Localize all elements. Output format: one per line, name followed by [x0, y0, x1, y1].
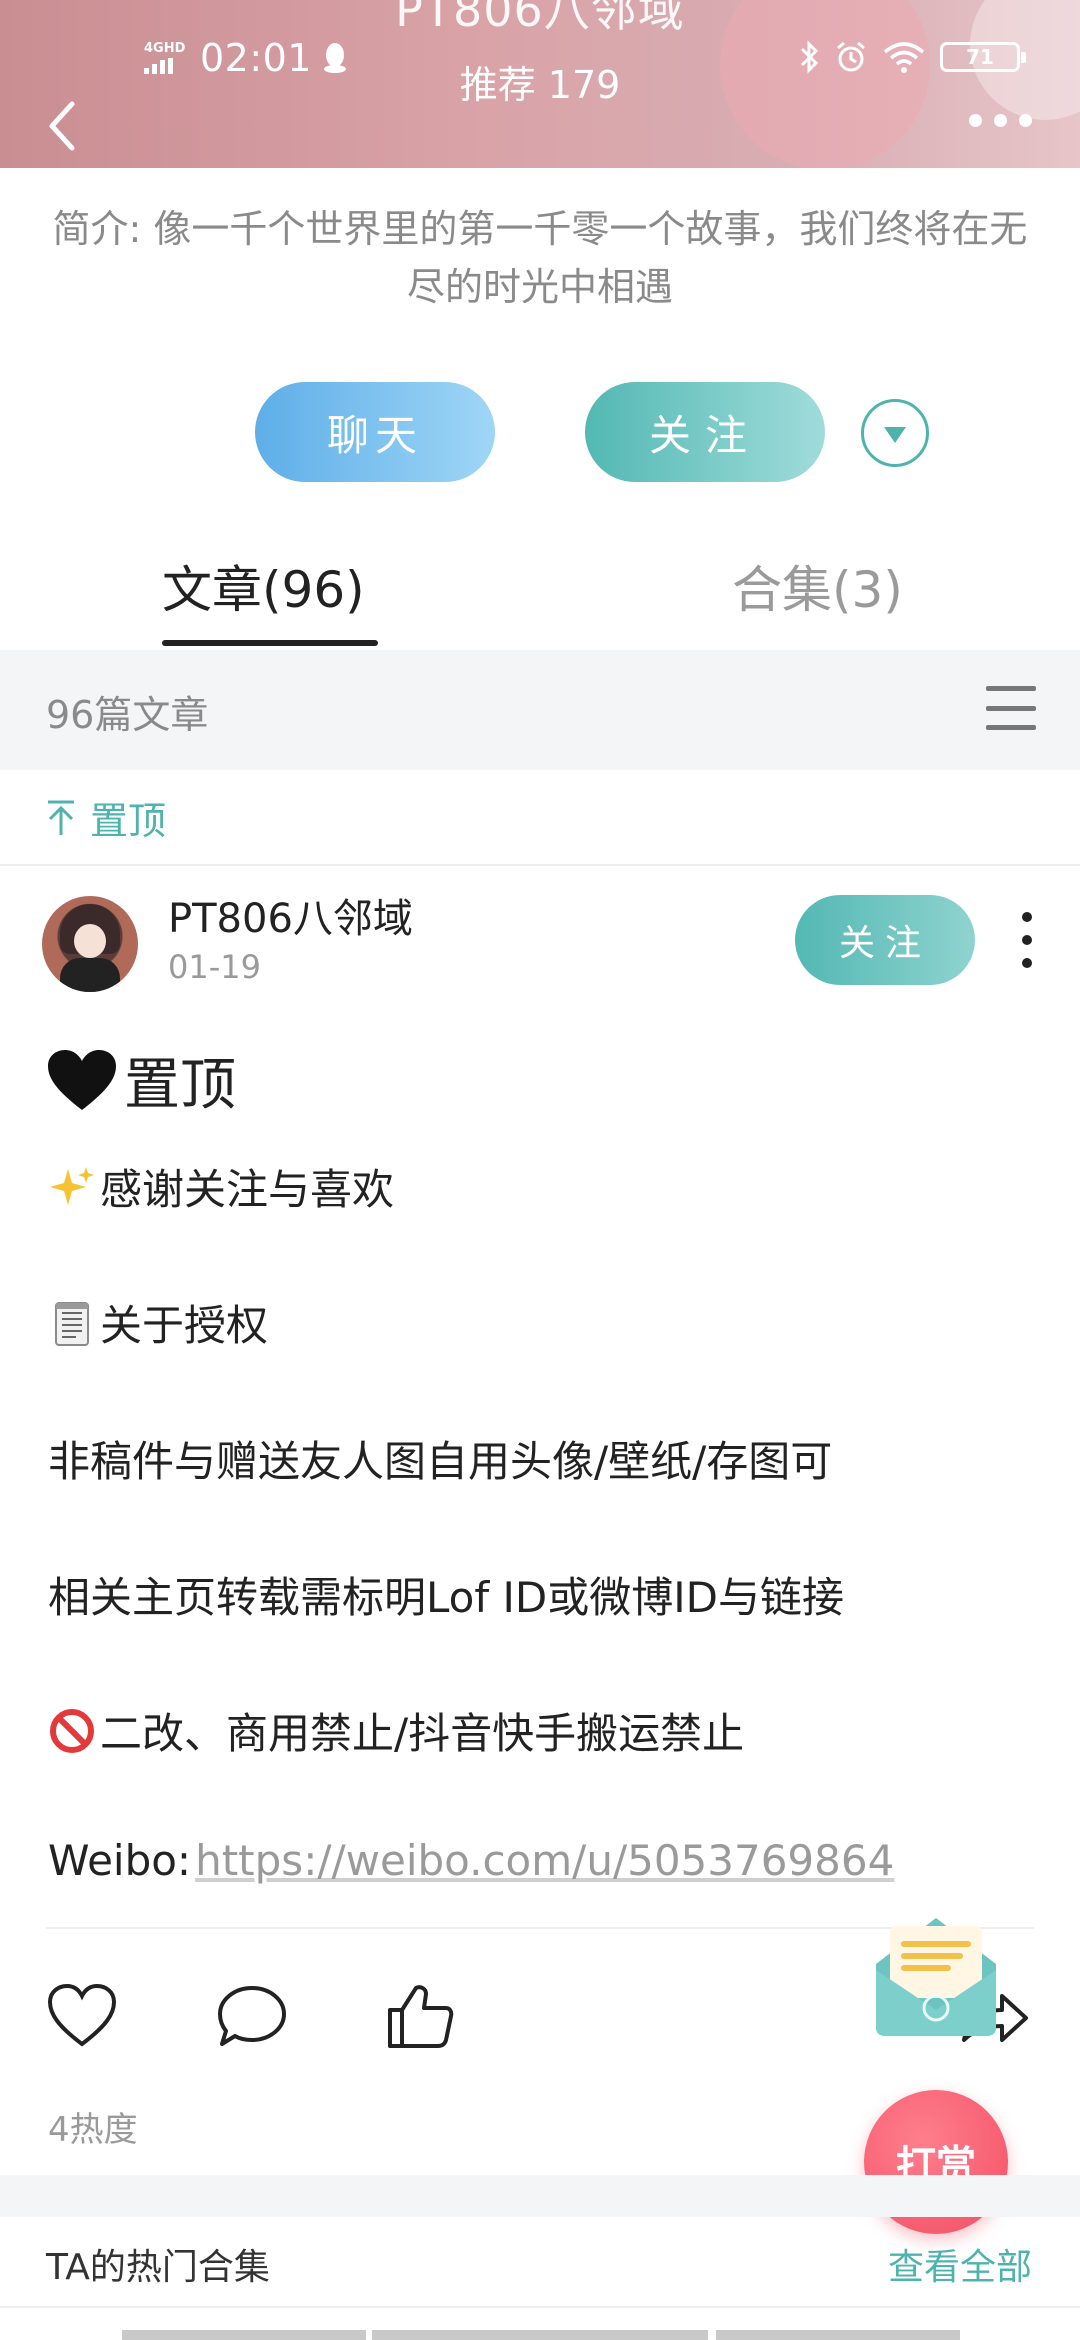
collection-thumb[interactable]: [716, 2330, 960, 2340]
post-line: 二改、商用禁止/抖音快手搬运禁止: [48, 1700, 744, 1761]
avatar[interactable]: [42, 896, 138, 992]
collection-thumb[interactable]: [122, 2330, 366, 2340]
more-actions-dropdown[interactable]: [861, 399, 929, 467]
tab-articles[interactable]: 文章(96): [162, 555, 365, 625]
tab-collections[interactable]: 合集(3): [732, 555, 903, 625]
post-line: 感谢关注与喜欢: [48, 1156, 394, 1217]
post-line-text: 感谢关注与喜欢: [100, 1165, 395, 1214]
post-line: 相关主页转载需标明Lof ID或微博ID与链接: [48, 1564, 844, 1625]
wifi-icon: [883, 42, 925, 73]
post-line-text: 关于授权: [100, 1301, 269, 1350]
chat-button[interactable]: 聊天: [255, 382, 495, 482]
follow-button[interactable]: 关注: [585, 382, 825, 482]
battery-level: 71: [966, 45, 994, 69]
back-button[interactable]: [42, 96, 82, 156]
memo-icon: [55, 1301, 89, 1346]
tab-indicator: [162, 640, 378, 646]
post-line-text: 相关主页转载需标明Lof ID或微博ID与链接: [48, 1573, 844, 1622]
profile-header: PT806八邻域 4GHD 02:01 推荐 179 71: [0, 0, 1080, 168]
post-date: 01-19: [168, 948, 261, 986]
status-bar-right: 71: [798, 40, 1026, 74]
weibo-link[interactable]: https://weibo.com/u/5053769864: [195, 1836, 894, 1885]
post-line-text: 非稿件与赠送友人图自用头像/壁纸/存图可: [48, 1437, 833, 1486]
article-count: 96篇文章: [46, 693, 209, 737]
hot-collections-title: TA的热门合集: [46, 2247, 270, 2288]
post-line-text: 二改、商用禁止/抖音快手搬运禁止: [100, 1709, 745, 1758]
post-follow-button[interactable]: 关注: [795, 895, 975, 985]
divider: [0, 864, 1080, 866]
post-author[interactable]: PT806八邻域: [168, 886, 413, 944]
like-heart-icon[interactable]: [46, 1980, 118, 2052]
post-title[interactable]: 置顶: [46, 1040, 236, 1121]
alarm-icon: [837, 41, 865, 72]
post-more-icon[interactable]: [1020, 912, 1034, 968]
post-line: Weibo: https://weibo.com/u/5053769864: [48, 1836, 894, 1885]
triangle-down-icon: [884, 427, 906, 443]
prohibited-icon: [50, 1708, 94, 1753]
post-line: 关于授权: [48, 1292, 268, 1353]
black-heart-icon: [48, 1049, 116, 1110]
header-title: PT806八邻域: [395, 0, 685, 37]
pinned-label: 置顶: [90, 799, 167, 843]
post-title-text: 置顶: [124, 1053, 236, 1118]
sparkles-icon: [50, 1166, 94, 1205]
collection-thumb[interactable]: [372, 2330, 708, 2340]
pin-top-icon: [48, 800, 74, 835]
thumbs-up-icon[interactable]: [384, 1980, 456, 2052]
section-gap: [0, 2175, 1080, 2217]
pinned-section-label: 置顶: [46, 790, 166, 845]
profile-intro: 简介: 像一千个世界里的第一千零一个故事，我们终将在无尽的时光中相遇: [52, 207, 1028, 309]
chevron-left-icon: [49, 101, 75, 151]
envelope-icon[interactable]: [870, 1900, 1002, 2040]
more-options-button[interactable]: [969, 114, 1032, 127]
list-menu-icon[interactable]: [986, 686, 1036, 730]
heat-count: 4热度: [48, 2110, 138, 2150]
battery-icon: 71: [940, 42, 1026, 72]
post-line: 非稿件与赠送友人图自用头像/壁纸/存图可: [48, 1428, 832, 1489]
comment-icon[interactable]: [216, 1980, 288, 2052]
weibo-prefix: Weibo:: [48, 1836, 192, 1885]
view-all-link[interactable]: 查看全部: [888, 2238, 1032, 2290]
article-filter-bar: 96篇文章: [0, 650, 1080, 770]
bluetooth-icon: [800, 40, 819, 74]
